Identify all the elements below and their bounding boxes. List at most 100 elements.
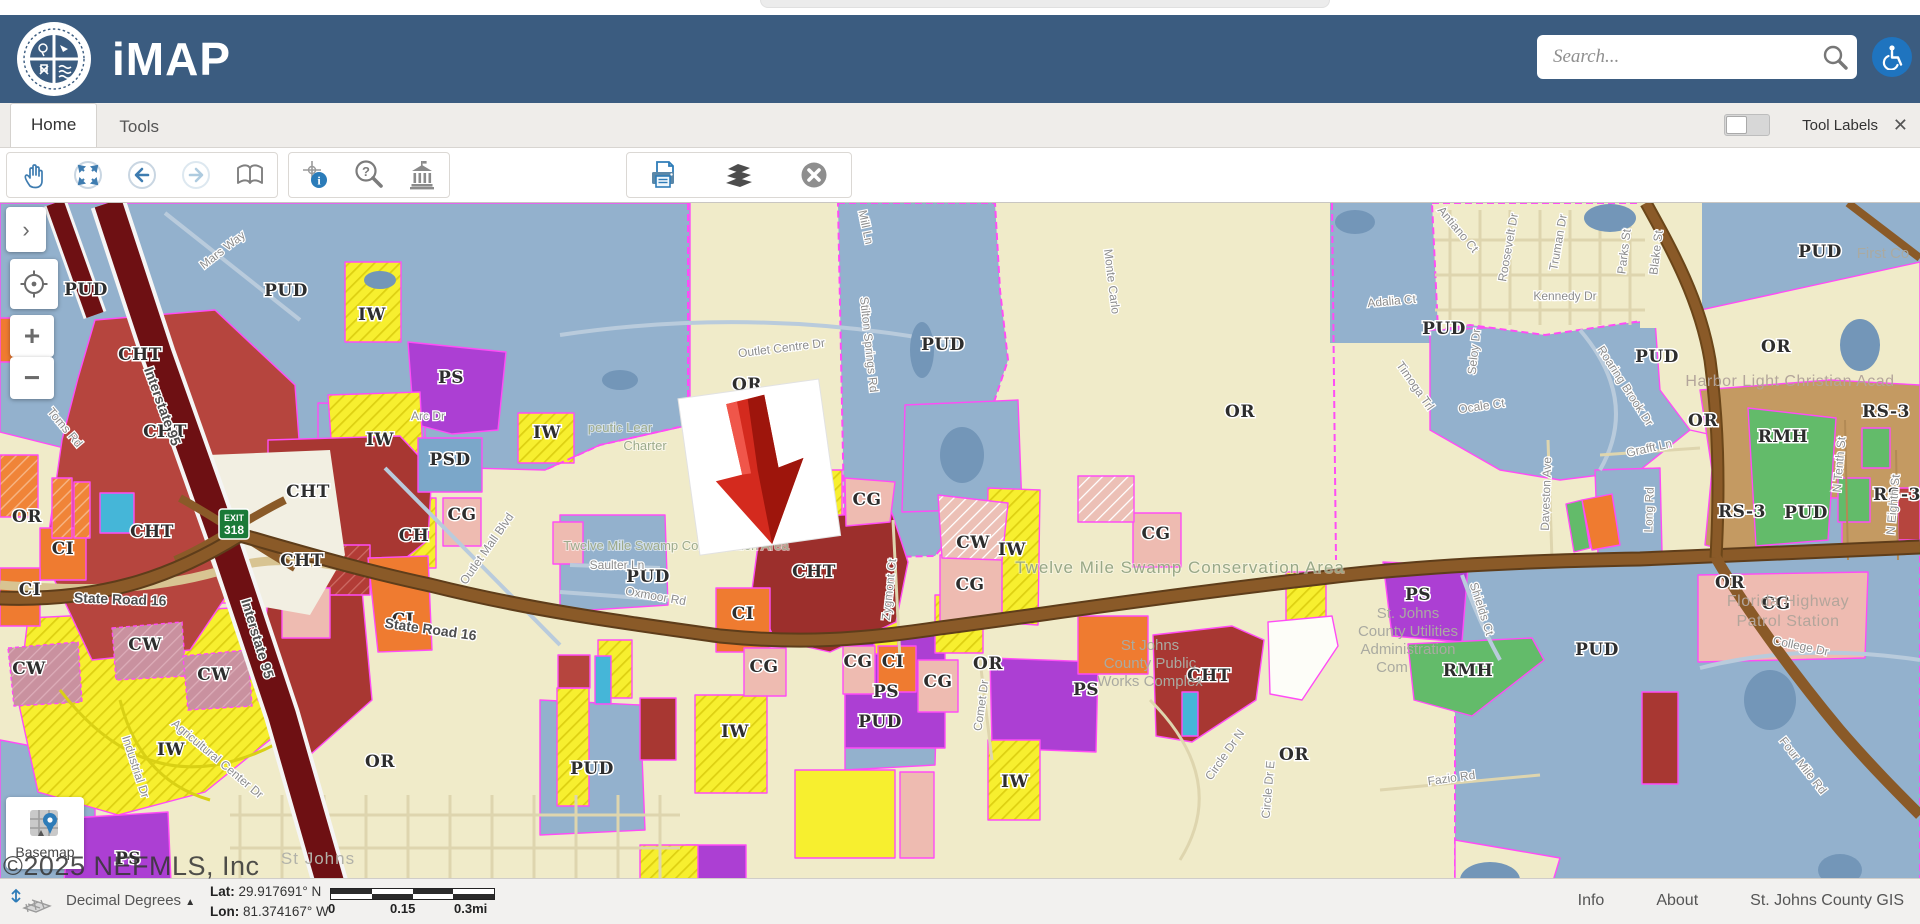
basemap-icon bbox=[26, 806, 64, 842]
search-input[interactable] bbox=[1537, 46, 1813, 68]
map-label: Daveston Ave bbox=[1538, 456, 1555, 531]
search-button[interactable] bbox=[1813, 35, 1857, 79]
identify-tool-group: i ? bbox=[288, 152, 450, 198]
tab-tools[interactable]: Tools bbox=[97, 107, 181, 147]
exit-318-sign: EXIT 318 bbox=[219, 509, 249, 539]
zoning-label: CH bbox=[399, 526, 430, 546]
bookmarks-book-icon bbox=[234, 159, 266, 191]
zoning-label: CG bbox=[852, 490, 881, 510]
map-label: Long Rd bbox=[1641, 487, 1657, 533]
scale-bar: 0 0.15 0.3mi bbox=[330, 888, 496, 914]
zoning-label: CHT bbox=[130, 522, 174, 542]
layers-button[interactable] bbox=[717, 155, 761, 195]
coordinate-readout: Lat: 29.917691° N Lon: 81.374167° W bbox=[210, 882, 329, 922]
zoning-label: PUD bbox=[1575, 640, 1619, 660]
map-canvas[interactable]: EXIT 318 PUDPUDPUDPUDPUDPUDPUDPUDPUDPUDP… bbox=[0, 203, 1920, 924]
map-container: EXIT 318 PUDPUDPUDPUDPUDPUDPUDPUDPUDPUDP… bbox=[0, 203, 1920, 924]
map-label: St. Johns bbox=[1377, 605, 1440, 622]
full-extent-button[interactable] bbox=[66, 155, 110, 195]
zoning-label: CG bbox=[955, 575, 984, 595]
map-label: Works Complex bbox=[1097, 673, 1203, 690]
map-label: Com bbox=[1376, 659, 1408, 676]
map-toolbar: i ? bbox=[0, 148, 1920, 203]
bookmarks-button[interactable] bbox=[228, 155, 272, 195]
top-strip bbox=[0, 0, 1920, 15]
page-title: iMAP bbox=[112, 32, 231, 86]
accessibility-button[interactable] bbox=[1872, 37, 1912, 77]
zoning-label: OR bbox=[365, 752, 395, 772]
zoning-label: OR bbox=[973, 654, 1003, 674]
info-link[interactable]: Info bbox=[1578, 892, 1605, 910]
identify-button[interactable]: i bbox=[294, 155, 338, 195]
zoning-label: CW bbox=[12, 659, 46, 679]
print-icon bbox=[647, 158, 681, 192]
zoning-label: CHT bbox=[792, 562, 836, 582]
zoning-label: CW bbox=[956, 533, 990, 553]
map-label: Twelve Mile Swamp Conservation Area bbox=[1015, 558, 1345, 577]
zoning-label: PUD bbox=[921, 335, 965, 355]
print-button[interactable] bbox=[642, 155, 686, 195]
watermark: ©2025 NEFMLS, Inc bbox=[3, 851, 260, 882]
locate-me-button[interactable] bbox=[10, 259, 58, 309]
status-bar: Decimal Degrees ▲ Lat: 29.917691° N Lon:… bbox=[0, 878, 1920, 924]
scale-mid: 0.15 bbox=[390, 901, 415, 916]
dropdown-arrow-icon: ▲ bbox=[185, 897, 195, 908]
zoning-label: IW bbox=[998, 540, 1026, 560]
zoning-label: OR bbox=[12, 507, 42, 527]
svg-text:318: 318 bbox=[224, 523, 244, 537]
search-icon bbox=[1822, 44, 1848, 70]
accessibility-wheelchair-icon bbox=[1879, 44, 1905, 70]
zoning-label: PS bbox=[1073, 680, 1099, 700]
map-label: Charter bbox=[623, 438, 667, 453]
back-button[interactable] bbox=[120, 155, 164, 195]
scale-end: 0.3mi bbox=[454, 901, 487, 916]
government-services-button[interactable] bbox=[400, 155, 444, 195]
forward-arrow-icon bbox=[180, 159, 212, 191]
full-extent-icon bbox=[72, 159, 104, 191]
zoning-label: OR bbox=[1279, 745, 1309, 765]
map-label: State Road 16 bbox=[74, 589, 167, 608]
zoning-label: CI bbox=[52, 539, 74, 559]
units-dropdown[interactable]: Decimal Degrees ▲ bbox=[66, 892, 195, 909]
tool-labels-label: Tool Labels bbox=[1802, 117, 1878, 134]
zoning-label: CI bbox=[19, 580, 41, 600]
zoning-label: CHT bbox=[286, 482, 330, 502]
clear-button[interactable] bbox=[792, 155, 836, 195]
zoning-label: PUD bbox=[1635, 347, 1679, 367]
pan-tool-button[interactable] bbox=[12, 155, 56, 195]
map-label: Arc Dr bbox=[411, 409, 445, 423]
zoning-label: PUD bbox=[570, 759, 614, 779]
tab-home[interactable]: Home bbox=[10, 103, 97, 147]
zoning-label: RS-3 bbox=[1862, 402, 1910, 422]
app-header: iMAP bbox=[0, 15, 1920, 103]
zoning-label: CHT bbox=[280, 551, 324, 571]
zoning-label: IW bbox=[157, 740, 185, 760]
zoning-label: RMH bbox=[1758, 427, 1809, 447]
map-label: Patrol Station bbox=[1736, 613, 1839, 630]
zoning-label: PUD bbox=[264, 281, 308, 301]
layers-icon bbox=[722, 158, 756, 192]
search-box[interactable] bbox=[1537, 35, 1857, 79]
tool-labels-toggle[interactable] bbox=[1724, 114, 1770, 136]
top-pill-decoration bbox=[760, 0, 1330, 8]
zoning-label: CI bbox=[732, 604, 754, 624]
map-label: Administration bbox=[1360, 641, 1455, 658]
zoning-label: CG bbox=[749, 657, 778, 677]
panel-expand-button[interactable]: › bbox=[6, 207, 46, 252]
query-button[interactable]: ? bbox=[347, 155, 391, 195]
map-label: County Utilities bbox=[1358, 623, 1458, 640]
about-link[interactable]: About bbox=[1656, 892, 1698, 910]
zoning-label: CG bbox=[923, 672, 952, 692]
clear-x-icon bbox=[797, 158, 831, 192]
close-icon[interactable]: ✕ bbox=[1893, 115, 1908, 136]
zoom-out-button[interactable]: − bbox=[10, 357, 54, 399]
scale-zero: 0 bbox=[328, 901, 335, 916]
zoning-label: IW bbox=[1001, 772, 1029, 792]
coordinates-icon bbox=[10, 886, 54, 918]
map-label: Harbor Light Christian Acad bbox=[1685, 373, 1894, 390]
forward-button[interactable] bbox=[174, 155, 218, 195]
zoning-label: IW bbox=[721, 722, 749, 742]
map-label: peutic Lear bbox=[588, 420, 653, 435]
zoom-in-button[interactable]: + bbox=[10, 315, 54, 357]
sjc-gis-link[interactable]: St. Johns County GIS bbox=[1750, 892, 1904, 910]
